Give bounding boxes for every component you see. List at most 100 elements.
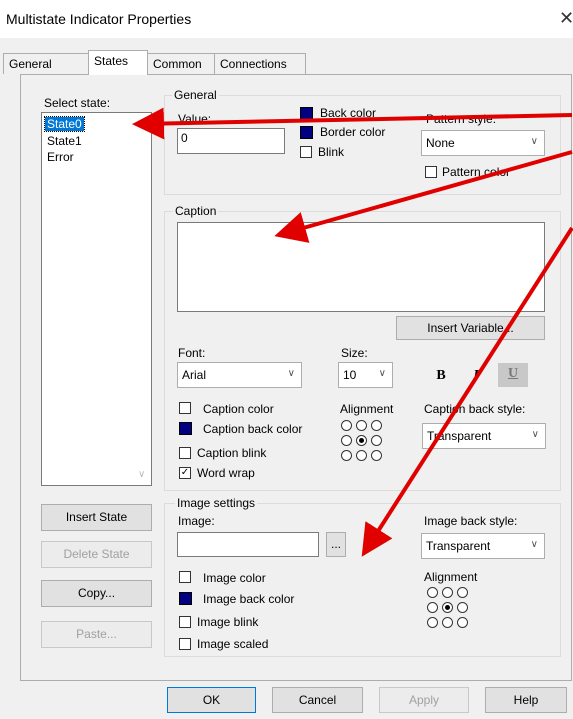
align-middle-right-radio[interactable]: [457, 602, 468, 613]
back-color-swatch[interactable]: [300, 107, 313, 120]
align-top-right-radio[interactable]: [371, 420, 382, 431]
caption-alignment-grid[interactable]: [341, 420, 385, 464]
chevron-down-icon: ∨: [531, 429, 539, 440]
state-item-state1[interactable]: State1: [45, 134, 84, 148]
image-color-checkbox[interactable]: [179, 571, 191, 583]
underline-button[interactable]: U: [498, 363, 528, 387]
scroll-down-icon[interactable]: ∨: [138, 469, 145, 480]
title-bar: Multistate Indicator Properties ✕: [0, 0, 573, 38]
bold-button[interactable]: B: [426, 365, 456, 387]
tab-common[interactable]: Common: [147, 53, 216, 74]
image-scaled-label: Image scaled: [197, 637, 269, 651]
image-blink-checkbox[interactable]: [179, 616, 191, 628]
align-bottom-center-radio[interactable]: [356, 450, 367, 461]
insert-variable-button[interactable]: Insert Variable...: [396, 316, 545, 340]
value-label: Value:: [178, 112, 212, 126]
pattern-style-dropdown[interactable]: None ∨: [421, 130, 545, 156]
state-item-error[interactable]: Error: [45, 150, 76, 164]
image-back-style-label: Image back style:: [424, 514, 518, 528]
size-value: 10: [343, 368, 357, 382]
chevron-down-icon: ∨: [530, 539, 538, 550]
pattern-color-label: Pattern color: [442, 165, 511, 179]
cancel-button[interactable]: Cancel: [272, 687, 363, 713]
chevron-down-icon: ∨: [530, 136, 538, 147]
select-state-label: Select state:: [44, 96, 111, 110]
apply-button[interactable]: Apply: [379, 687, 469, 713]
caption-back-style-label: Caption back style:: [424, 402, 526, 416]
caption-back-style-dropdown[interactable]: Transparent ∨: [422, 423, 546, 449]
image-scaled-checkbox[interactable]: [179, 638, 191, 650]
border-color-label: Border color: [320, 125, 386, 139]
image-blink-label: Image blink: [197, 615, 259, 629]
size-dropdown[interactable]: 10 ∨: [338, 362, 393, 388]
window-title: Multistate Indicator Properties: [6, 11, 192, 27]
delete-state-button[interactable]: Delete State: [41, 541, 152, 568]
align-top-left-radio[interactable]: [341, 420, 352, 431]
font-dropdown[interactable]: Arial ∨: [177, 362, 302, 388]
caption-alignment-label: Alignment: [340, 402, 394, 416]
font-label: Font:: [178, 346, 206, 360]
value-input[interactable]: 0: [177, 128, 285, 154]
insert-state-button[interactable]: Insert State: [41, 504, 152, 531]
tab-connections[interactable]: Connections: [214, 53, 306, 74]
tab-general[interactable]: General: [3, 53, 90, 74]
paste-button[interactable]: Paste...: [41, 621, 152, 648]
state-listbox[interactable]: State0 State1 Error ∧ ∨: [41, 112, 152, 486]
pattern-style-value: None: [426, 136, 455, 150]
align-middle-center-radio[interactable]: [442, 602, 453, 613]
caption-back-style-value: Transparent: [427, 429, 492, 443]
align-bottom-right-radio[interactable]: [457, 617, 468, 628]
state-item-state0[interactable]: State0: [44, 116, 85, 132]
caption-blink-checkbox[interactable]: [179, 447, 191, 459]
browse-image-button[interactable]: ...: [326, 532, 346, 557]
image-label: Image:: [178, 514, 215, 528]
align-middle-center-radio[interactable]: [356, 435, 367, 446]
pattern-color-checkbox[interactable]: [425, 166, 437, 178]
back-color-label: Back color: [320, 106, 377, 120]
image-settings-title: Image settings: [175, 496, 258, 510]
chevron-down-icon: ∨: [287, 368, 295, 379]
align-top-right-radio[interactable]: [457, 587, 468, 598]
image-path-input[interactable]: [177, 532, 319, 557]
align-top-left-radio[interactable]: [427, 587, 438, 598]
italic-button[interactable]: I: [461, 365, 491, 387]
align-bottom-left-radio[interactable]: [427, 617, 438, 628]
image-back-style-dropdown[interactable]: Transparent ∨: [421, 533, 545, 559]
caption-group-title: Caption: [173, 204, 219, 218]
copy-button[interactable]: Copy...: [41, 580, 152, 607]
dialog-window: Multistate Indicator Properties ✕ Genera…: [0, 0, 573, 719]
align-top-center-radio[interactable]: [442, 587, 453, 598]
caption-color-checkbox[interactable]: [179, 402, 191, 414]
align-middle-left-radio[interactable]: [427, 602, 438, 613]
align-middle-left-radio[interactable]: [341, 435, 352, 446]
size-label: Size:: [341, 346, 368, 360]
scroll-up-icon[interactable]: ∧: [138, 119, 145, 130]
help-button[interactable]: Help: [485, 687, 567, 713]
blink-checkbox[interactable]: [300, 146, 312, 158]
image-alignment-grid[interactable]: [427, 587, 471, 631]
align-bottom-center-radio[interactable]: [442, 617, 453, 628]
image-color-label: Image color: [203, 571, 266, 585]
blink-label: Blink: [318, 145, 345, 159]
align-top-center-radio[interactable]: [356, 420, 367, 431]
image-back-style-value: Transparent: [426, 539, 491, 553]
align-bottom-left-radio[interactable]: [341, 450, 352, 461]
tab-states[interactable]: States: [88, 50, 148, 75]
close-icon[interactable]: ✕: [559, 8, 573, 29]
word-wrap-checkbox[interactable]: ✓: [179, 467, 191, 479]
border-color-swatch[interactable]: [300, 126, 313, 139]
image-back-color-label: Image back color: [203, 592, 295, 606]
caption-back-color-swatch[interactable]: [179, 422, 192, 435]
align-bottom-right-radio[interactable]: [371, 450, 382, 461]
image-alignment-label: Alignment: [424, 570, 478, 584]
image-back-color-swatch[interactable]: [179, 592, 192, 605]
pattern-style-label: Pattern style:: [426, 112, 497, 126]
align-middle-right-radio[interactable]: [371, 435, 382, 446]
chevron-down-icon: ∨: [378, 368, 386, 379]
caption-textarea[interactable]: [177, 222, 545, 312]
caption-blink-label: Caption blink: [197, 446, 267, 460]
general-group-title: General: [172, 88, 219, 102]
caption-color-label: Caption color: [203, 402, 274, 416]
font-value: Arial: [182, 368, 207, 382]
ok-button[interactable]: OK: [167, 687, 256, 713]
